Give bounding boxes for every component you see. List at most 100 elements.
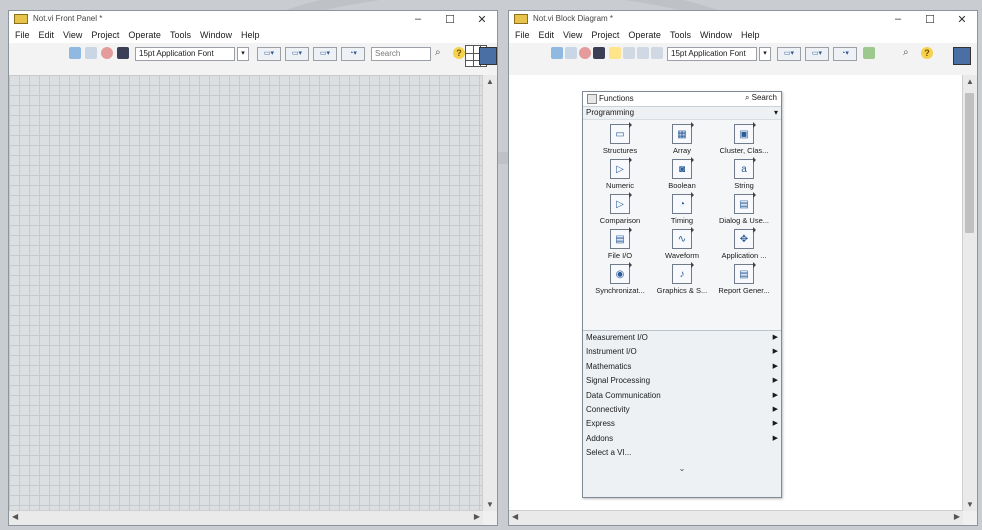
distribute-objects-button[interactable]: ▭▾ — [805, 47, 829, 61]
run-continuously-icon[interactable] — [565, 47, 577, 59]
category-addons[interactable]: Addons ▶ — [583, 432, 781, 446]
menu-edit[interactable]: Edit — [539, 30, 555, 40]
reorder-button[interactable]: ◔▾ — [341, 47, 365, 61]
font-dropdown[interactable]: 15pt Application Font — [135, 47, 235, 61]
category-label: Instrument I/O — [586, 347, 637, 357]
close-button[interactable]: ✕ — [473, 13, 491, 26]
abort-icon[interactable] — [101, 47, 113, 59]
align-objects-button[interactable]: ▭▾ — [257, 47, 281, 61]
scroll-down-icon[interactable]: ▼ — [483, 500, 497, 509]
menu-edit[interactable]: Edit — [39, 30, 55, 40]
clean-up-diagram-icon[interactable] — [863, 47, 875, 59]
maximize-button[interactable]: ☐ — [921, 13, 939, 26]
scroll-thumb[interactable] — [965, 93, 974, 233]
palette-tile-graphics[interactable]: ♪ Graphics & S... — [651, 262, 713, 299]
help-icon[interactable]: ? — [453, 47, 465, 59]
minimize-button[interactable]: – — [889, 13, 907, 25]
palette-tile-report[interactable]: ▤ Report Gener... — [713, 262, 775, 299]
search-icon[interactable]: ⌕ — [435, 47, 441, 61]
scroll-down-icon[interactable]: ▼ — [963, 500, 977, 509]
step-into-icon[interactable] — [637, 47, 649, 59]
font-dropdown-arrow-icon[interactable]: ▾ — [237, 47, 249, 61]
scroll-left-icon[interactable]: ◀ — [512, 512, 518, 521]
distribute-objects-button[interactable]: ▭▾ — [285, 47, 309, 61]
menu-project[interactable]: Project — [91, 30, 119, 40]
palette-tile-numeric[interactable]: ▷ Numeric — [589, 157, 651, 194]
pin-icon[interactable] — [587, 94, 597, 104]
palette-tile-synchronization[interactable]: ◉ Synchronizat... — [589, 262, 651, 299]
tile-label: Boolean — [668, 181, 696, 190]
close-button[interactable]: ✕ — [953, 13, 971, 26]
align-objects-button[interactable]: ▭▾ — [777, 47, 801, 61]
scroll-right-icon[interactable]: ▶ — [954, 512, 960, 521]
menu-project[interactable]: Project — [591, 30, 619, 40]
menu-operate[interactable]: Operate — [628, 30, 661, 40]
category-select-vi[interactable]: Select a VI... — [583, 446, 781, 460]
palette-tile-waveform[interactable]: ∿ Waveform — [651, 227, 713, 264]
toolbar: 15pt Application Font ▾ ▭▾ ▭▾ ▭▾ ◔▾ Sear… — [9, 43, 497, 76]
vi-icon[interactable] — [479, 47, 497, 65]
menu-help[interactable]: Help — [741, 30, 760, 40]
search-input[interactable]: Search — [371, 47, 431, 61]
scroll-up-icon[interactable]: ▲ — [483, 77, 497, 86]
palette-tile-structures[interactable]: ▭ Structures — [589, 122, 651, 159]
font-dropdown[interactable]: 15pt Application Font — [667, 47, 757, 61]
menu-file[interactable]: File — [15, 30, 30, 40]
vi-icon[interactable] — [953, 47, 971, 65]
scroll-right-icon[interactable]: ▶ — [474, 512, 480, 521]
vertical-scrollbar[interactable]: ▲ ▼ — [482, 75, 497, 511]
menu-window[interactable]: Window — [200, 30, 232, 40]
vertical-scrollbar[interactable]: ▲ ▼ — [962, 75, 977, 511]
palette-section-header[interactable]: Programming ▾ — [583, 107, 781, 120]
category-signal-processing[interactable]: Signal Processing ▶ — [583, 374, 781, 388]
resize-objects-button[interactable]: ▭▾ — [313, 47, 337, 61]
menu-tools[interactable]: Tools — [170, 30, 191, 40]
run-arrow-icon[interactable] — [69, 47, 81, 59]
category-instrument-io[interactable]: Instrument I/O ▶ — [583, 345, 781, 359]
run-continuously-icon[interactable] — [85, 47, 97, 59]
category-express[interactable]: Express ▶ — [583, 417, 781, 431]
palette-tile-file-io[interactable]: ▤ File I/O — [589, 227, 651, 264]
pause-icon[interactable] — [593, 47, 605, 59]
palette-tile-timing[interactable]: ◔ Timing — [651, 192, 713, 229]
structures-icon: ▭ — [610, 122, 632, 144]
menu-tools[interactable]: Tools — [670, 30, 691, 40]
palette-tile-boolean[interactable]: ◙ Boolean — [651, 157, 713, 194]
menu-file[interactable]: File — [515, 30, 530, 40]
palette-tile-application[interactable]: ✥ Application ... — [713, 227, 775, 264]
menu-view[interactable]: View — [563, 30, 582, 40]
front-panel-canvas[interactable] — [9, 75, 483, 511]
category-measurement-io[interactable]: Measurement I/O ▶ — [583, 331, 781, 345]
run-arrow-icon[interactable] — [551, 47, 563, 59]
category-mathematics[interactable]: Mathematics ▶ — [583, 360, 781, 374]
maximize-button[interactable]: ☐ — [441, 13, 459, 26]
palette-tile-string[interactable]: a String — [713, 157, 775, 194]
palette-tile-array[interactable]: ▦ Array — [651, 122, 713, 159]
palette-tile-cluster[interactable]: ▣ Cluster, Clas... — [713, 122, 775, 159]
menu-operate[interactable]: Operate — [128, 30, 161, 40]
functions-palette[interactable]: Functions ⌕ Search Programming ▾ ▭ Struct… — [582, 91, 782, 498]
scroll-left-icon[interactable]: ◀ — [12, 512, 18, 521]
expand-palette-icon[interactable]: ⌄ — [583, 464, 781, 473]
menu-help[interactable]: Help — [241, 30, 260, 40]
menu-window[interactable]: Window — [700, 30, 732, 40]
help-icon[interactable]: ? — [921, 47, 933, 59]
palette-tile-comparison[interactable]: ▷ Comparison — [589, 192, 651, 229]
category-connectivity[interactable]: Connectivity ▶ — [583, 403, 781, 417]
reorder-button[interactable]: ◔▾ — [833, 47, 857, 61]
highlight-execution-icon[interactable] — [609, 47, 621, 59]
category-data-communication[interactable]: Data Communication ▶ — [583, 389, 781, 403]
palette-tile-dialog[interactable]: ▤ Dialog & Use... — [713, 192, 775, 229]
horizontal-scrollbar[interactable]: ◀ ▶ — [509, 510, 963, 525]
retain-wire-values-icon[interactable] — [623, 47, 635, 59]
scroll-up-icon[interactable]: ▲ — [963, 77, 977, 86]
palette-search-button[interactable]: ⌕ Search — [745, 93, 777, 103]
pause-icon[interactable] — [117, 47, 129, 59]
minimize-button[interactable]: – — [409, 13, 427, 25]
search-icon[interactable]: ⌕ — [903, 47, 909, 61]
horizontal-scrollbar[interactable]: ◀ ▶ — [9, 510, 483, 525]
step-over-icon[interactable] — [651, 47, 663, 59]
abort-icon[interactable] — [579, 47, 591, 59]
font-dropdown-arrow-icon[interactable]: ▾ — [759, 47, 771, 61]
menu-view[interactable]: View — [63, 30, 82, 40]
